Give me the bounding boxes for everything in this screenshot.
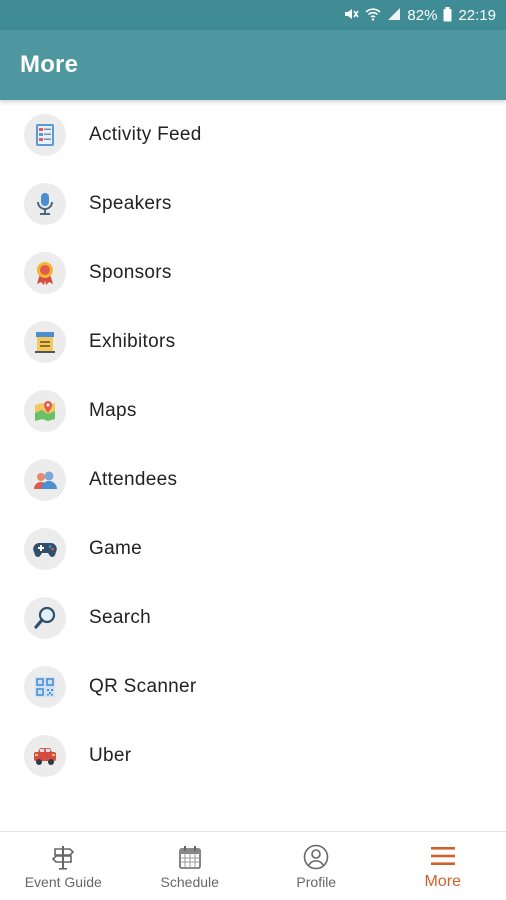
profile-icon xyxy=(302,843,330,874)
activity-feed-icon xyxy=(24,113,66,156)
wifi-icon xyxy=(365,7,381,23)
menu-item-label: Attendees xyxy=(89,468,178,490)
nav-label: Profile xyxy=(296,873,337,890)
menu-item-label: QR Scanner xyxy=(89,675,197,697)
more-menu-list: Activity Feed Speakers Sponsors Exhibito… xyxy=(0,100,506,790)
menu-item-sponsors[interactable]: Sponsors xyxy=(0,238,506,307)
menu-item-label: Sponsors xyxy=(89,261,172,283)
menu-item-label: Activity Feed xyxy=(89,123,202,145)
menu-item-label: Maps xyxy=(89,399,137,421)
gamepad-icon xyxy=(24,527,66,570)
car-icon xyxy=(24,734,66,777)
ribbon-award-icon xyxy=(24,251,66,294)
mute-icon xyxy=(343,7,360,23)
nav-label: Schedule xyxy=(160,873,219,890)
nav-more[interactable]: More xyxy=(380,832,506,900)
signpost-icon xyxy=(49,843,77,874)
menu-item-speakers[interactable]: Speakers xyxy=(0,169,506,238)
status-bar: 82% 22:19 xyxy=(0,0,506,30)
menu-item-maps[interactable]: Maps xyxy=(0,376,506,445)
menu-item-label: Game xyxy=(89,537,142,559)
menu-item-search[interactable]: Search xyxy=(0,583,506,652)
calendar-icon xyxy=(176,843,204,874)
nav-event-guide[interactable]: Event Guide xyxy=(0,832,127,900)
people-icon xyxy=(24,458,66,501)
menu-item-qr-scanner[interactable]: QR Scanner xyxy=(0,652,506,721)
menu-item-label: Search xyxy=(89,606,152,628)
hamburger-menu-icon xyxy=(429,842,457,873)
map-pin-icon xyxy=(24,389,66,432)
menu-item-game[interactable]: Game xyxy=(0,514,506,583)
booth-icon xyxy=(24,320,66,363)
magnifier-icon xyxy=(24,596,66,639)
menu-item-exhibitors[interactable]: Exhibitors xyxy=(0,307,506,376)
qr-code-icon xyxy=(24,665,66,708)
battery-percentage: 82% xyxy=(407,6,438,24)
signal-icon xyxy=(387,7,401,23)
nav-schedule[interactable]: Schedule xyxy=(127,832,254,900)
bottom-navigation: Event Guide Schedule Profile More xyxy=(0,831,506,900)
app-bar: More xyxy=(0,30,506,100)
menu-item-label: Uber xyxy=(89,744,132,766)
microphone-icon xyxy=(24,182,66,225)
battery-icon xyxy=(443,6,452,24)
menu-item-label: Speakers xyxy=(89,192,172,214)
menu-item-activity-feed[interactable]: Activity Feed xyxy=(0,100,506,169)
menu-item-attendees[interactable]: Attendees xyxy=(0,445,506,514)
nav-label: Event Guide xyxy=(24,873,102,890)
page-title: More xyxy=(20,51,79,78)
menu-item-uber[interactable]: Uber xyxy=(0,721,506,790)
nav-profile[interactable]: Profile xyxy=(253,832,380,900)
clock: 22:19 xyxy=(458,6,496,24)
menu-item-label: Exhibitors xyxy=(89,330,176,352)
nav-label: More xyxy=(424,872,461,890)
